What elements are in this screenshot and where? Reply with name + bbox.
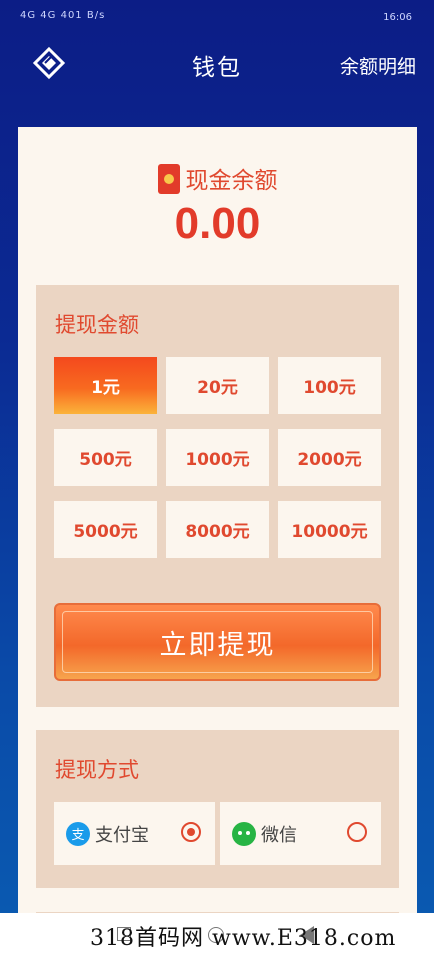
- method-option-alipay[interactable]: 支付宝: [54, 802, 215, 865]
- balance-header: 现金余额: [18, 161, 417, 195]
- balance-detail-link[interactable]: 余额明细: [340, 52, 416, 79]
- amount-options: 1元 20元 100元 500元 1000元 2000元 5000元 8000元…: [54, 357, 381, 558]
- amount-option[interactable]: 100元: [278, 357, 381, 414]
- amount-option[interactable]: 5000元: [54, 501, 157, 558]
- alipay-icon: [66, 822, 90, 846]
- amount-option[interactable]: 2000元: [278, 429, 381, 486]
- balance-value: 0.00: [174, 199, 261, 248]
- amount-option[interactable]: 1000元: [166, 429, 269, 486]
- withdraw-method-title: 提现方式: [55, 758, 139, 782]
- wallet-card: 现金余额 0.00 提现金额 1元 20元 100元 500元 1000元 20…: [18, 127, 417, 960]
- method-option-wechat[interactable]: 微信: [220, 802, 381, 865]
- method-label: 支付宝: [95, 825, 149, 846]
- signal-indicators: 4G 4G 401 B/s: [20, 10, 106, 21]
- withdraw-now-button[interactable]: 立即提现: [54, 603, 381, 681]
- amount-option[interactable]: 1元: [54, 357, 157, 414]
- amount-option[interactable]: 20元: [166, 357, 269, 414]
- withdraw-amount-panel: 提现金额 1元 20元 100元 500元 1000元 2000元 5000元 …: [36, 285, 399, 707]
- radio-checked[interactable]: [181, 822, 201, 842]
- method-label: 微信: [261, 825, 297, 846]
- wechat-icon: [232, 822, 256, 846]
- radio-unchecked[interactable]: [347, 822, 367, 842]
- balance-label: 现金余额: [185, 168, 278, 194]
- status-time: 16:06: [383, 12, 412, 23]
- amount-option[interactable]: 500元: [54, 429, 157, 486]
- red-envelope-icon: [157, 164, 180, 194]
- amount-option[interactable]: 10000元: [278, 501, 381, 558]
- watermark: 318首码网 www.E318.com: [90, 926, 397, 951]
- withdraw-amount-title: 提现金额: [55, 313, 139, 337]
- withdraw-method-panel: 提现方式 支付宝 微信: [36, 730, 399, 888]
- top-nav: 钱包 余额明细: [0, 38, 434, 94]
- amount-option[interactable]: 8000元: [166, 501, 269, 558]
- status-bar: 4G 4G 401 B/s 16:06: [0, 0, 434, 38]
- method-options: 支付宝 微信: [54, 802, 381, 865]
